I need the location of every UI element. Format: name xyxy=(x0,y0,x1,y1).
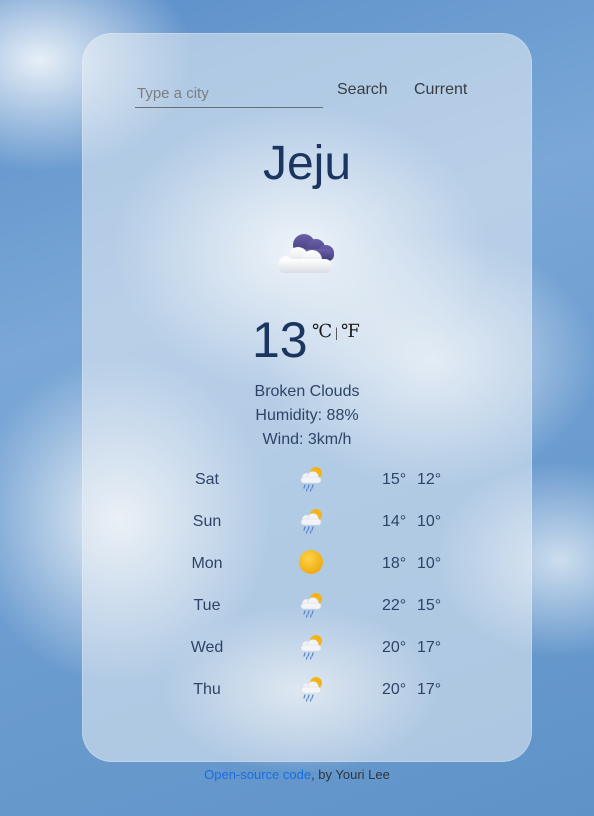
unit-toggle: ℃ | ℉ xyxy=(312,321,360,342)
celsius-link[interactable]: ℃ xyxy=(312,321,332,341)
forecast-min: 12° xyxy=(417,471,442,488)
forecast-row: Sat 15° 12° xyxy=(82,459,532,501)
forecast-day: Mon xyxy=(191,555,223,572)
weather-details: Broken Clouds Humidity: 88% Wind: 3km/h xyxy=(82,380,532,452)
sun-icon xyxy=(297,547,327,577)
sun-rain-cloud-icon xyxy=(297,589,327,619)
source-code-link[interactable]: Open-source code xyxy=(204,767,311,782)
footer: Open-source code, by Youri Lee xyxy=(0,767,594,782)
forecast-max: 18° xyxy=(382,555,407,572)
night-cloud-icon xyxy=(274,229,340,279)
weather-card: Search Current Jeju xyxy=(82,33,532,762)
weather-description: Broken Clouds xyxy=(254,383,360,400)
forecast-max: 20° xyxy=(382,681,407,698)
search-button[interactable]: Search xyxy=(337,81,388,99)
sun-rain-cloud-icon xyxy=(297,505,327,535)
search-form: Search Current xyxy=(135,79,495,109)
forecast-min: 15° xyxy=(417,597,442,614)
forecast-min: 17° xyxy=(417,681,442,698)
forecast-day: Sat xyxy=(194,471,219,488)
temperature-value: 13 xyxy=(252,312,308,368)
forecast-min: 17° xyxy=(417,639,442,656)
forecast-max: 22° xyxy=(382,597,407,614)
city-name: Jeju xyxy=(262,137,352,190)
forecast-row: Wed 20° 17° xyxy=(82,627,532,669)
author-credit: , by Youri Lee xyxy=(311,767,390,782)
forecast-row: Sun 14° 10° xyxy=(82,501,532,543)
forecast-row: Mon 18° 10° xyxy=(82,543,532,585)
forecast-row: Tue 22° 15° xyxy=(82,585,532,627)
sun-rain-cloud-icon xyxy=(297,463,327,493)
forecast-max: 14° xyxy=(382,513,407,530)
forecast-max: 20° xyxy=(382,639,407,656)
forecast-day: Sun xyxy=(192,513,222,530)
forecast-max: 15° xyxy=(382,471,407,488)
unit-separator: | xyxy=(335,326,338,341)
fahrenheit-link[interactable]: ℉ xyxy=(341,321,360,341)
forecast-min: 10° xyxy=(417,555,442,572)
forecast-day: Wed xyxy=(190,639,224,656)
forecast-list: Sat 15° 12° Sun 14° 10° Mon 18° 10° Tue … xyxy=(82,459,532,711)
current-temperature: 13 ℃ | ℉ xyxy=(82,311,532,371)
humidity: Humidity: 88% xyxy=(255,407,359,424)
sun-rain-cloud-icon xyxy=(297,631,327,661)
forecast-min: 10° xyxy=(417,513,442,530)
wind: Wind: 3km/h xyxy=(262,431,352,448)
current-location-button[interactable]: Current xyxy=(414,81,467,99)
forecast-day: Tue xyxy=(193,597,221,614)
forecast-day: Thu xyxy=(193,681,221,698)
forecast-row: Thu 20° 17° xyxy=(82,669,532,711)
city-search-input[interactable] xyxy=(135,79,323,108)
sun-rain-cloud-icon xyxy=(297,673,327,703)
